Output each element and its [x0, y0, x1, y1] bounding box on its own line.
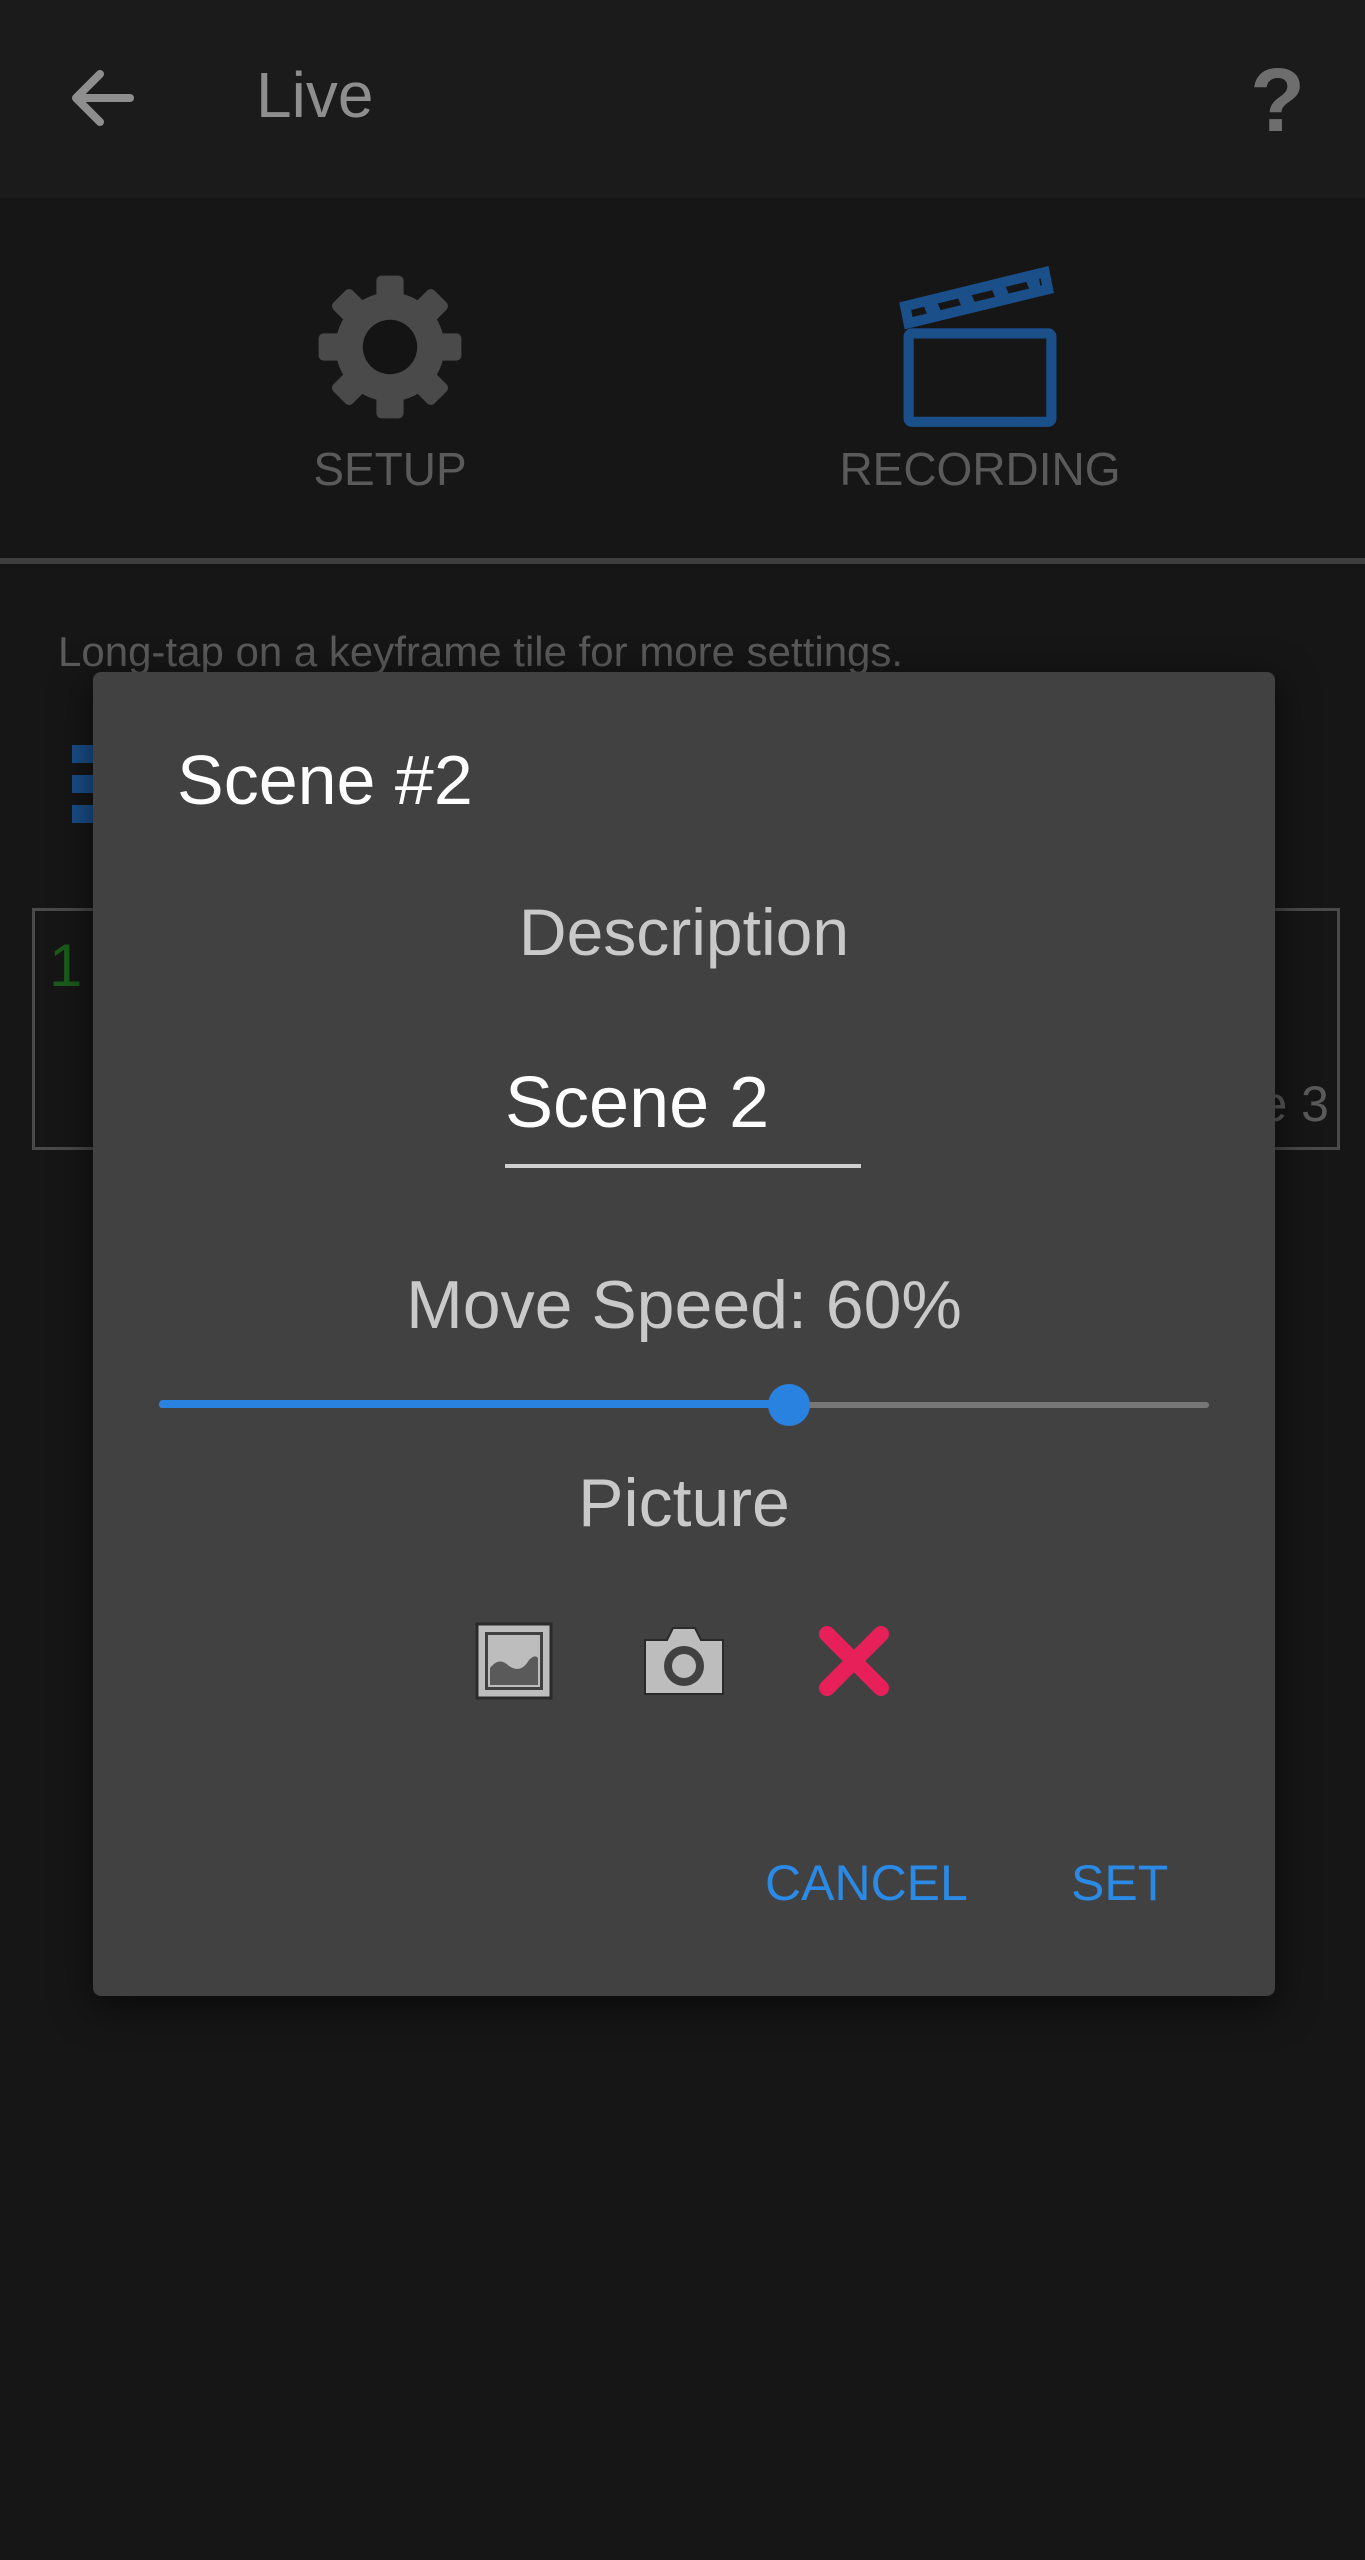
slider-fill: [159, 1400, 789, 1408]
keyframe-number: 1: [49, 932, 83, 999]
set-button[interactable]: SET: [1071, 1854, 1168, 1912]
description-label: Description: [518, 895, 850, 969]
hint-text: Long-tap on a keyframe tile for more set…: [58, 628, 904, 675]
picture-actions: [93, 1616, 1275, 1706]
tab-recording-label: RECORDING: [839, 443, 1121, 495]
tab-setup[interactable]: SETUP: [180, 262, 600, 502]
camera-icon[interactable]: [639, 1616, 729, 1706]
description-value[interactable]: Scene 2: [505, 1062, 769, 1144]
input-underline: [505, 1164, 861, 1168]
app-bar: Live ?: [0, 0, 1365, 198]
list-icon[interactable]: [72, 745, 94, 823]
move-speed-slider[interactable]: [159, 1384, 1209, 1426]
slider-thumb[interactable]: [768, 1384, 810, 1426]
tab-divider: [0, 558, 1365, 564]
picture-label: Picture: [578, 1465, 790, 1541]
gear-icon: [318, 275, 462, 419]
description-input[interactable]: Scene 2: [505, 1062, 861, 1168]
tab-recording[interactable]: RECORDING: [770, 262, 1190, 502]
cancel-button[interactable]: CANCEL: [765, 1854, 968, 1912]
tab-setup-label: SETUP: [313, 443, 467, 495]
gallery-icon[interactable]: [469, 1616, 559, 1706]
help-icon[interactable]: ?: [1250, 50, 1305, 153]
scene-dialog: Scene #2 Description Scene 2 Move Speed:…: [93, 672, 1275, 1996]
clapperboard-icon: [899, 265, 1057, 427]
app-title: Live: [256, 59, 374, 131]
delete-icon[interactable]: [809, 1616, 899, 1706]
back-arrow-icon[interactable]: [66, 62, 138, 134]
move-speed-label: Move Speed: 60%: [406, 1267, 962, 1343]
dialog-title: Scene #2: [177, 741, 473, 819]
